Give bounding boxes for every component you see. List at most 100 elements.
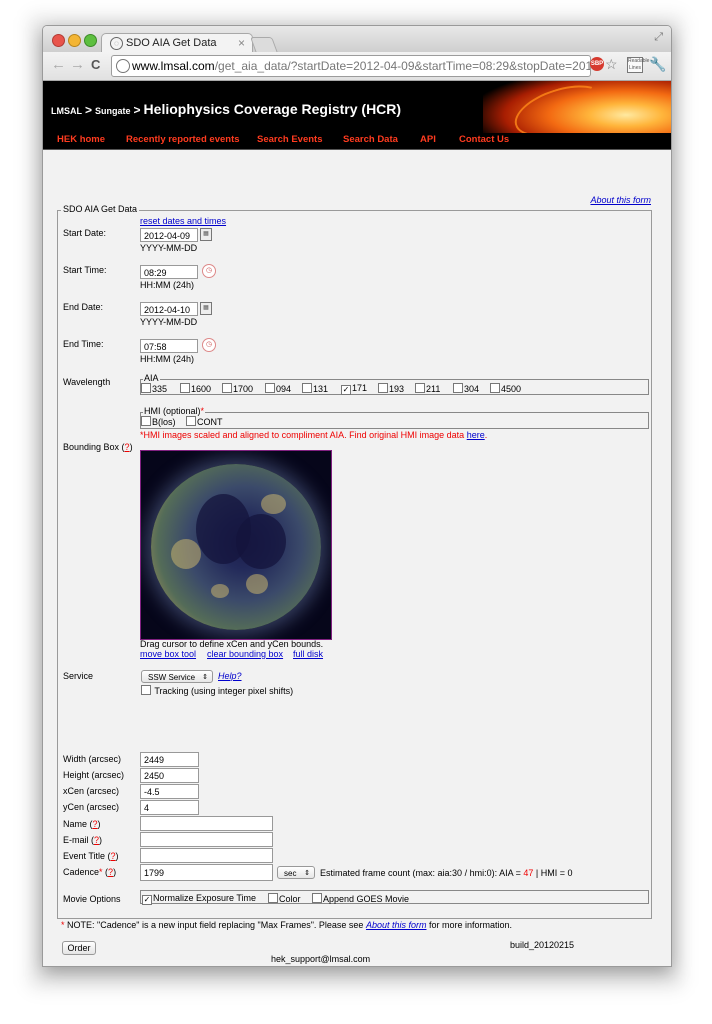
- calendar-icon[interactable]: ▦: [200, 228, 212, 241]
- hmi-here-link[interactable]: here: [467, 430, 485, 440]
- name-input[interactable]: [140, 816, 273, 831]
- color-checkbox[interactable]: Color: [268, 893, 301, 904]
- xcen-label: xCen (arcsec): [63, 786, 120, 796]
- ycen-label: yCen (arcsec): [63, 802, 120, 812]
- aia-211-checkbox[interactable]: 211: [415, 383, 440, 394]
- new-tab-button[interactable]: [250, 37, 278, 53]
- contact-email: hek_support@lmsal.com: [271, 954, 371, 964]
- about-form-link[interactable]: About this form: [590, 195, 651, 205]
- clock-icon[interactable]: ◷: [202, 264, 216, 278]
- clock-icon[interactable]: ◷: [202, 338, 216, 352]
- tracking-checkbox[interactable]: Tracking (using integer pixel shifts): [141, 685, 293, 696]
- breadcrumb-sungate[interactable]: Sungate: [95, 106, 131, 116]
- aia-335-checkbox[interactable]: 335: [141, 383, 167, 394]
- hmi-blos-checkbox[interactable]: B(los): [141, 416, 176, 427]
- start-time-label: Start Time:: [63, 265, 107, 275]
- zoom-window-button[interactable]: [84, 34, 97, 47]
- checkbox-box: [265, 383, 275, 393]
- service-select[interactable]: SSW Service ⇕: [141, 670, 213, 683]
- nav-contact-us[interactable]: Contact Us: [459, 134, 509, 145]
- wrench-icon[interactable]: 🔧: [649, 56, 666, 73]
- page-title: Heliophysics Coverage Registry (HCR): [143, 101, 402, 117]
- cadence-help-link[interactable]: ?: [108, 867, 113, 877]
- aia-1600-checkbox[interactable]: 1600: [180, 383, 211, 394]
- fullscreen-icon[interactable]: ⤢: [654, 31, 663, 44]
- xcen-input[interactable]: -4.5: [140, 784, 199, 799]
- append-goes-checkbox[interactable]: Append GOES Movie: [312, 893, 409, 904]
- forward-button[interactable]: →: [70, 57, 85, 73]
- close-window-button[interactable]: [52, 34, 65, 47]
- readable-lines-extension-icon[interactable]: Readable Lines: [627, 57, 649, 73]
- email-input[interactable]: [140, 832, 273, 847]
- nav-api[interactable]: API: [420, 134, 436, 145]
- clear-bounding-box-link[interactable]: clear bounding box: [207, 649, 283, 659]
- bounding-box-help-link[interactable]: ?: [125, 442, 130, 452]
- nav-hek-home[interactable]: HEK home: [57, 134, 105, 145]
- movie-options-label: Movie Options: [63, 894, 121, 904]
- site-nav: HEK home Recently reported events Search…: [43, 133, 671, 149]
- end-date-hint: YYYY-MM-DD: [140, 317, 198, 327]
- bookmark-star-icon[interactable]: ☆: [605, 56, 618, 73]
- breadcrumb-lmsal[interactable]: LMSAL: [51, 106, 82, 116]
- browser-tab[interactable]: ◌ SDO AIA Get Data ×: [101, 33, 253, 53]
- aia-304-checkbox[interactable]: 304: [453, 383, 479, 394]
- normalize-exposure-checkbox[interactable]: ✓ Normalize Exposure Time: [142, 893, 256, 905]
- breadcrumb: LMSAL > Sungate > Heliophysics Coverage Regi…: [51, 101, 401, 119]
- move-box-tool-link[interactable]: move box tool: [140, 649, 196, 659]
- order-button[interactable]: Order: [62, 941, 96, 955]
- height-input[interactable]: 2450: [140, 768, 199, 783]
- bounding-box-label: Bounding Box (?): [63, 442, 133, 452]
- email-help-link[interactable]: ?: [94, 835, 99, 845]
- end-date-input[interactable]: 2012-04-10: [140, 302, 198, 316]
- aia-193-checkbox[interactable]: 193: [378, 383, 404, 394]
- aia-1700-checkbox[interactable]: 1700: [222, 383, 253, 394]
- end-date-label: End Date:: [63, 302, 104, 312]
- reset-dates-link[interactable]: reset dates and times: [140, 216, 226, 226]
- checkbox-box: [490, 383, 500, 393]
- full-disk-link[interactable]: full disk: [293, 649, 323, 659]
- sun-image-bounding-box[interactable]: [140, 450, 332, 640]
- note-about-link[interactable]: About this form: [366, 920, 427, 930]
- site-banner: LMSAL > Sungate > Heliophysics Coverage Regi…: [43, 81, 671, 133]
- address-bar[interactable]: www.lmsal.com/get_aia_data/?startDate=20…: [111, 55, 591, 77]
- frame-count: Estimated frame count (max: aia:30 / hmi…: [320, 868, 573, 878]
- width-input[interactable]: 2449: [140, 752, 199, 767]
- end-time-input[interactable]: 07:58: [140, 339, 198, 353]
- tab-close-icon[interactable]: ×: [238, 34, 245, 53]
- wavelength-label: Wavelength: [63, 377, 111, 387]
- aia-171-checkbox[interactable]: ✓ 171: [341, 383, 367, 395]
- hmi-legend: HMI (optional)*: [143, 406, 206, 416]
- url-host: www.lmsal.com: [132, 59, 215, 73]
- width-label: Width (arcsec): [63, 754, 122, 764]
- start-time-hint: HH:MM (24h): [140, 280, 195, 290]
- calendar-icon[interactable]: ▦: [200, 302, 212, 315]
- checkbox-box: [180, 383, 190, 393]
- reload-button[interactable]: C: [91, 57, 100, 73]
- event-title-input[interactable]: [140, 848, 273, 863]
- nav-search-events[interactable]: Search Events: [257, 134, 322, 145]
- event-title-label: Event Title (?): [63, 851, 119, 861]
- browser-toolbar: ← → C www.lmsal.com/get_aia_data/?startD…: [43, 52, 671, 81]
- sbp-extension-icon[interactable]: SBP: [590, 57, 604, 71]
- aia-131-checkbox[interactable]: 131: [302, 383, 328, 394]
- nav-search-data[interactable]: Search Data: [343, 134, 398, 145]
- service-help-link[interactable]: Help?: [218, 671, 242, 681]
- event-title-help-link[interactable]: ?: [111, 851, 116, 861]
- aia-094-checkbox[interactable]: 094: [265, 383, 291, 394]
- start-time-input[interactable]: 08:29: [140, 265, 198, 279]
- checkbox-box: [302, 383, 312, 393]
- aia-4500-checkbox[interactable]: 4500: [490, 383, 521, 394]
- hmi-cont-checkbox[interactable]: CONT: [186, 416, 223, 427]
- name-help-link[interactable]: ?: [93, 819, 98, 829]
- title-bar: ◌ SDO AIA Get Data × ⤢: [43, 26, 671, 53]
- back-button[interactable]: ←: [51, 57, 66, 73]
- form-legend: SDO AIA Get Data: [61, 204, 140, 214]
- cadence-input[interactable]: 1799: [140, 864, 273, 881]
- nav-recent-events[interactable]: Recently reported events: [126, 134, 240, 145]
- checkbox-box-checked: ✓: [341, 385, 351, 395]
- ycen-input[interactable]: 4: [140, 800, 199, 815]
- minimize-window-button[interactable]: [68, 34, 81, 47]
- start-date-input[interactable]: 2012-04-09: [140, 228, 198, 242]
- sun-disk-image: [151, 464, 321, 630]
- cadence-unit-select[interactable]: sec ⇕: [277, 866, 315, 879]
